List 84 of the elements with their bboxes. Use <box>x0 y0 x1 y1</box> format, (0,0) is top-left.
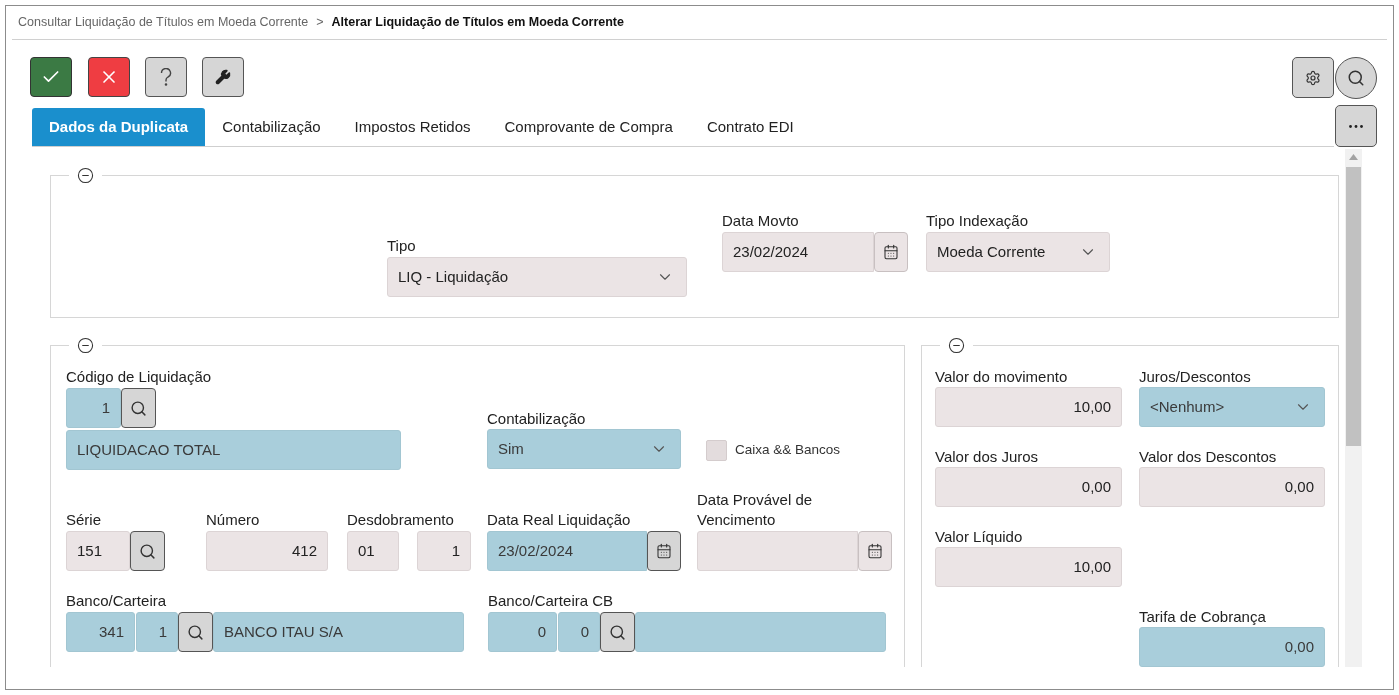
tab[interactable]: Comprovante de Compra <box>487 108 690 146</box>
search-icon <box>187 623 204 641</box>
collapse-icon <box>948 337 965 354</box>
tools-button[interactable] <box>202 57 244 97</box>
collapse-icon <box>77 337 94 354</box>
field-label: Data Movto <box>722 211 800 231</box>
input-field[interactable]: 341 <box>66 612 135 652</box>
select-field[interactable]: Sim <box>487 429 681 469</box>
scrollbar-thumb[interactable] <box>1346 167 1361 446</box>
cancel-button[interactable] <box>88 57 130 97</box>
input-field[interactable]: 1 <box>66 388 121 428</box>
checkbox[interactable] <box>706 440 727 461</box>
field-label: Tipo <box>387 236 417 256</box>
input-field[interactable]: 412 <box>206 531 328 571</box>
search-button[interactable] <box>130 531 165 571</box>
scroll-up-arrow-icon <box>1349 154 1358 160</box>
input-field[interactable]: 1 <box>136 612 178 652</box>
select-field[interactable]: Moeda Corrente <box>926 232 1110 272</box>
field-label: Valor dos Juros <box>935 447 1040 467</box>
field-label: Contabilização <box>487 409 587 429</box>
input-field[interactable]: 0 <box>558 612 600 652</box>
calendar-button[interactable] <box>858 531 892 571</box>
calendar-icon <box>867 543 883 559</box>
description-field[interactable] <box>635 612 886 652</box>
confirm-button[interactable] <box>30 57 72 97</box>
breadcrumb-item[interactable]: Consultar Liquidação de Títulos em Moeda Corrente <box>18 13 309 32</box>
field-label: Banco/Carteira CB <box>488 591 615 611</box>
collapse-icon <box>77 167 94 184</box>
tab[interactable]: Contrato EDI <box>689 108 811 146</box>
field-label: Data Provável de Vencimento <box>697 490 814 530</box>
scrollbar[interactable] <box>1345 149 1362 667</box>
field-label: Série <box>66 510 103 530</box>
checkbox-label: Caixa && Bancos <box>735 441 841 460</box>
search-icon <box>1347 69 1365 87</box>
select-field[interactable]: <Nenhum> <box>1139 387 1325 427</box>
search-icon <box>139 542 156 560</box>
calendar-icon <box>883 244 899 260</box>
input-field[interactable]: 151 <box>66 531 130 571</box>
calendar-button[interactable] <box>874 232 908 272</box>
field-label: Valor dos Descontos <box>1139 447 1278 467</box>
date-field[interactable] <box>697 531 858 571</box>
field-label: Juros/Descontos <box>1139 367 1252 387</box>
tab[interactable]: Impostos Retidos <box>337 108 488 146</box>
search-button[interactable] <box>600 612 635 652</box>
search-icon <box>130 399 147 417</box>
breadcrumb-item: Alterar Liquidação de Títulos em Moeda Corrente <box>331 14 624 32</box>
description-field[interactable]: LIQUIDACAO TOTAL <box>66 430 401 470</box>
field-label: Banco/Carteira <box>66 591 168 611</box>
field-label: Número <box>206 510 261 530</box>
date-field[interactable]: 23/02/2024 <box>487 531 647 571</box>
help-button[interactable] <box>145 57 187 97</box>
field-label: Tarifa de Cobrança <box>1139 607 1267 627</box>
input-field[interactable]: 0,00 <box>1139 467 1325 507</box>
field-label: Valor Líquido <box>935 527 1024 547</box>
input-field[interactable]: 0 <box>488 612 557 652</box>
search-button[interactable] <box>121 388 156 428</box>
select-field[interactable]: LIQ - Liquidação <box>387 257 687 297</box>
calendar-button[interactable] <box>647 531 681 571</box>
settings-icon <box>1305 69 1321 86</box>
calendar-icon <box>656 543 672 559</box>
tab[interactable]: Dados da Duplicata <box>32 108 206 146</box>
search-button[interactable] <box>1335 57 1377 99</box>
tab[interactable]: Contabilização <box>205 108 338 146</box>
more-button[interactable] <box>1335 105 1377 147</box>
settings-button[interactable] <box>1292 57 1334 98</box>
field-label: Código de Liquidação <box>66 367 213 387</box>
input-field[interactable]: 10,00 <box>935 547 1122 587</box>
question-mark-icon <box>160 68 172 86</box>
description-field[interactable]: BANCO ITAU S/A <box>213 612 464 652</box>
input-field[interactable]: 10,00 <box>935 387 1122 427</box>
more-icon <box>1349 124 1363 128</box>
input-field[interactable]: 1 <box>417 531 471 571</box>
search-icon <box>609 623 626 641</box>
date-field[interactable]: 23/02/2024 <box>722 232 874 272</box>
input-field[interactable]: 0,00 <box>935 467 1122 507</box>
input-field[interactable]: 0,00 <box>1139 627 1325 667</box>
field-label: Desdobramento <box>347 510 455 530</box>
input-field[interactable]: 01 <box>347 531 399 571</box>
search-button[interactable] <box>178 612 213 652</box>
field-label: Tipo Indexação <box>926 211 1029 231</box>
field-label: Data Real Liquidação <box>487 510 632 530</box>
wrench-icon <box>215 69 231 85</box>
breadcrumb-separator: > <box>316 14 324 32</box>
field-label: Valor do movimento <box>935 367 1069 387</box>
